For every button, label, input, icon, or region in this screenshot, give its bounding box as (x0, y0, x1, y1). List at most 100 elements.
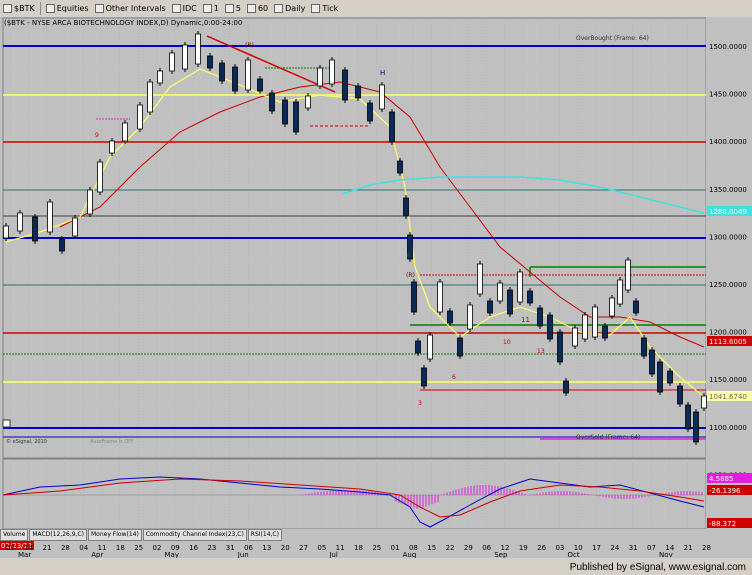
x-month-label: Jul (328, 551, 338, 558)
price-scale-label: 1300.0000 (709, 233, 747, 241)
candle-body (317, 67, 323, 87)
candle-body (329, 59, 335, 85)
x-month-label: Aug (403, 551, 417, 558)
tick-button[interactable]: Tick (308, 1, 341, 16)
candle-body (527, 290, 533, 304)
candle-body (667, 370, 673, 384)
x-day-label: 28 (702, 544, 711, 552)
x-day-label: 25 (372, 544, 381, 552)
x-day-label: 28 (61, 544, 70, 552)
candle-body (137, 104, 143, 130)
candle-body (147, 81, 153, 113)
x-day-label: 07 (6, 544, 15, 552)
price-scale-label: 1150.0000 (709, 376, 747, 384)
interval-1-button[interactable]: 1 (200, 1, 222, 16)
other-intervals-button[interactable]: Other Intervals (92, 1, 169, 16)
x-day-label: 15 (427, 544, 436, 552)
candle-body (245, 59, 251, 91)
toolbar: $BTK Equities Other Intervals IDC 1 5 60… (0, 0, 752, 18)
candle-body (59, 238, 65, 252)
price-scale-label: 1450.0000 (709, 91, 747, 99)
chart-icon (45, 4, 55, 13)
marker-9: 9 (95, 132, 99, 139)
x-month-label: Apr (91, 551, 103, 558)
candle-body (701, 395, 707, 409)
macd-hist-label: -88.372 (709, 520, 736, 528)
clock-icon (246, 4, 256, 13)
candle-body (592, 306, 598, 338)
candle-body (257, 78, 263, 92)
x-month-label: Nov (659, 551, 673, 558)
x-month-label: Mar (18, 551, 31, 558)
clock-icon (202, 4, 212, 13)
candle-body (17, 212, 23, 232)
candle-body (207, 55, 213, 69)
candle-body (282, 99, 288, 125)
price-scale-label: 1100.0000 (709, 424, 747, 432)
x-day-label: 31 (629, 544, 638, 552)
candle-body (415, 340, 421, 354)
x-day-label: 05 (317, 544, 326, 552)
candle-body (403, 197, 409, 217)
price-scale-label: 1400.0000 (709, 138, 747, 146)
candle-body (563, 380, 569, 394)
candle-body (507, 289, 513, 315)
candle-body (517, 271, 523, 303)
x-day-label: 17 (592, 544, 601, 552)
marker-3: 3 (418, 400, 422, 407)
x-month-label: Jun (237, 551, 249, 558)
equities-button[interactable]: Equities (43, 1, 92, 16)
symbol-button[interactable]: $BTK (0, 1, 38, 16)
x-day-label: 21 (684, 544, 693, 552)
footer-credit: Published by eSignal, www.esignal.com (569, 562, 746, 573)
candle-body (477, 263, 483, 295)
candle-body (557, 331, 563, 363)
candle-body (609, 297, 615, 317)
x-day-label: 29 (464, 544, 473, 552)
x-month-label: Oct (567, 551, 579, 558)
marker-8: 8 (407, 252, 411, 259)
candle-body (109, 140, 115, 154)
candle-body (657, 361, 663, 393)
last-price-label: 1041.6740 (709, 393, 747, 401)
separator (39, 2, 41, 15)
candle-body (269, 92, 275, 112)
candle-body (497, 282, 503, 302)
candle-body (182, 44, 188, 70)
candle-body (487, 300, 493, 314)
candle-body (617, 279, 623, 305)
x-day-label: 02 (153, 544, 162, 552)
candle-body (641, 337, 647, 357)
candle-body (625, 259, 631, 291)
chart-window: ($BTK - NYSE ARCA BIOTECHNOLOGY INDEX,D)… (0, 17, 752, 558)
candle-body (437, 281, 443, 313)
marker-10: 10 (503, 339, 511, 346)
candle-body (447, 310, 453, 324)
interval-60-button[interactable]: 60 (244, 1, 271, 16)
candle-body (367, 102, 373, 122)
candle-body (97, 161, 103, 193)
autoframe-label: AutoFrame is OFF (90, 439, 134, 445)
copyright-label: © eSignal, 2010 (6, 438, 47, 445)
x-day-label: 04 (79, 544, 88, 552)
daily-button[interactable]: Daily (271, 1, 308, 16)
candle-body (342, 69, 348, 101)
interval-icon (94, 4, 104, 13)
x-day-label: 13 (262, 544, 271, 552)
candle-body (411, 281, 417, 313)
oversold-label: OverSold (Frame: 64) (576, 434, 640, 441)
candle-body (87, 189, 93, 215)
candle-body (47, 201, 53, 233)
idc-button[interactable]: IDC (169, 1, 200, 16)
candle-body (293, 101, 299, 133)
x-day-label: 06 (482, 544, 491, 552)
x-day-label: 18 (354, 544, 363, 552)
x-day-label: 18 (116, 544, 125, 552)
marker-h: H (380, 69, 385, 77)
interval-5-button[interactable]: 5 (222, 1, 244, 16)
panel-f-button[interactable] (2, 419, 11, 428)
tick-icon (311, 4, 321, 13)
candle-body (457, 337, 463, 357)
chart-svg: ($BTK - NYSE ARCA BIOTECHNOLOGY INDEX,D)… (2, 17, 752, 529)
overbought-label: OverBought (Frame: 64) (576, 35, 649, 42)
